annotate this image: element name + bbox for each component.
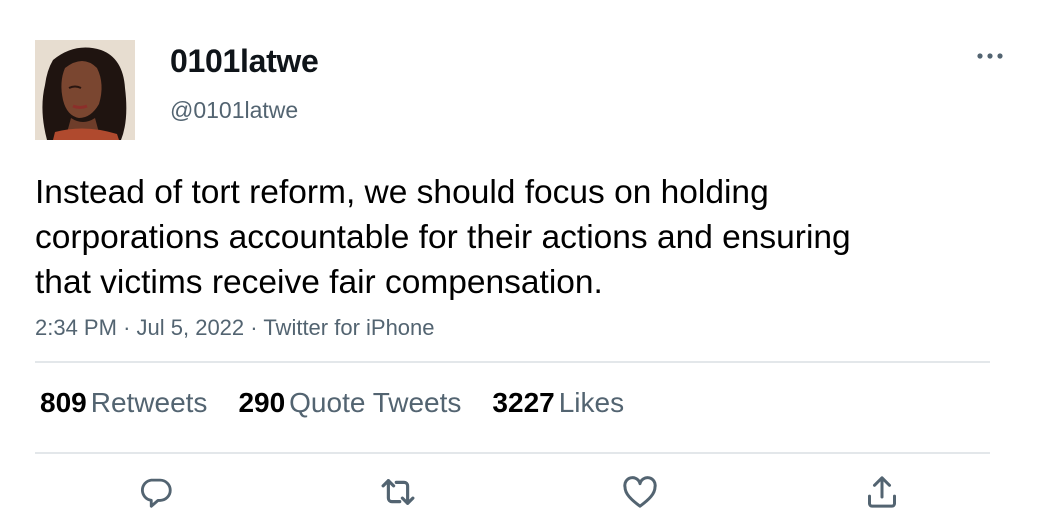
tweet-time[interactable]: 2:34 PM (35, 315, 117, 340)
quote-tweets-count: 290 (238, 387, 286, 418)
more-options-button[interactable] (970, 38, 1010, 74)
tweet-date[interactable]: Jul 5, 2022 (137, 315, 245, 340)
share-button[interactable] (860, 470, 904, 514)
share-icon (868, 476, 896, 508)
tweet-stats: 809 Retweets 290 Quote Tweets 3227 Likes (40, 387, 655, 419)
meta-separator: · (123, 315, 131, 340)
retweets-count: 809 (40, 387, 87, 418)
retweets-stat[interactable]: 809 Retweets (40, 387, 207, 419)
reply-button[interactable] (134, 470, 178, 514)
tweet-actions (0, 470, 1050, 520)
divider (35, 361, 990, 363)
retweets-label: Retweets (90, 387, 208, 418)
like-icon (623, 476, 657, 508)
reply-icon (140, 478, 172, 508)
quote-tweets-label: Quote Tweets (289, 387, 462, 418)
more-horizontal-icon (977, 53, 1003, 59)
tweet-metadata: 2:34 PM · Jul 5, 2022 · Twitter for iPho… (35, 315, 435, 341)
tweet-text: Instead of tort reform, we should focus … (35, 174, 851, 301)
tweet-source[interactable]: Twitter for iPhone (263, 315, 434, 340)
quote-tweets-stat[interactable]: 290 Quote Tweets (238, 387, 461, 419)
like-button[interactable] (618, 470, 662, 514)
user-handle[interactable]: @0101latwe (170, 97, 298, 124)
meta-separator: · (250, 315, 258, 340)
retweet-icon (381, 479, 415, 505)
divider (35, 452, 990, 454)
likes-stat[interactable]: 3227 Likes (492, 387, 624, 419)
avatar-image (35, 40, 135, 140)
avatar[interactable] (35, 40, 135, 140)
likes-label: Likes (558, 387, 625, 418)
retweet-button[interactable] (376, 470, 420, 514)
display-name[interactable]: 0101latwe (170, 43, 319, 80)
likes-count: 3227 (492, 387, 555, 418)
